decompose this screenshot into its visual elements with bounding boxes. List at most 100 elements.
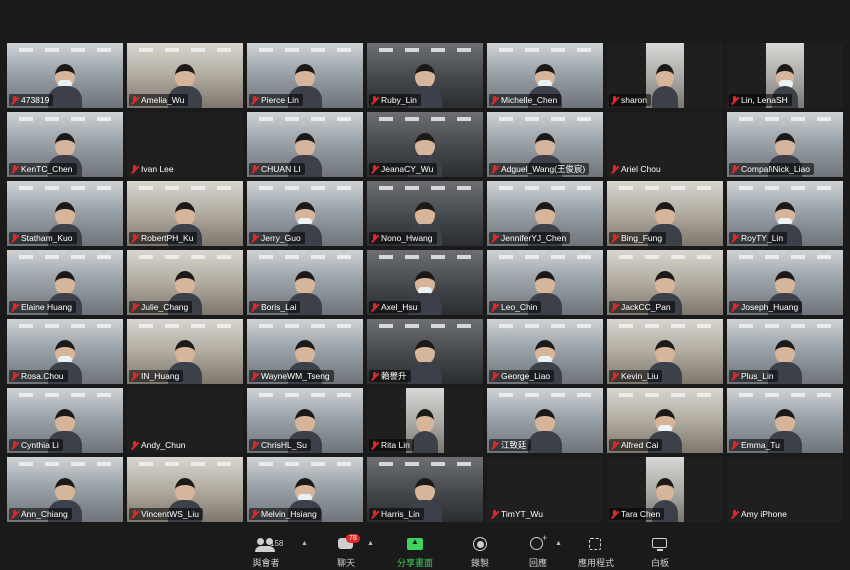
- video-tile[interactable]: CHUAN LI: [247, 112, 363, 177]
- participant-name-bar: CHUAN LI: [249, 163, 305, 175]
- office-ceiling-lights: [618, 393, 712, 398]
- video-tile[interactable]: Cynthia Li: [7, 388, 123, 453]
- video-tile[interactable]: JenniferYJ_Chen: [487, 181, 603, 246]
- video-tile[interactable]: IN_Huang: [127, 319, 243, 384]
- video-tile[interactable]: Julie_Chang: [127, 250, 243, 315]
- apps-label: 應用程式: [577, 558, 614, 568]
- participant-name: JenniferYJ_Chen: [501, 233, 567, 243]
- mic-muted-icon: [611, 95, 618, 105]
- participants-chevron-up-icon[interactable]: ▲: [301, 540, 308, 547]
- video-tile[interactable]: Bing_Fung: [607, 181, 723, 246]
- video-tile[interactable]: Andy_Chun: [127, 388, 243, 453]
- video-tile[interactable]: Adguel_Wang(王俊宸): [487, 112, 603, 177]
- participant-name-bar: JeanaCY_Wu: [369, 163, 438, 175]
- video-tile[interactable]: RoyTY_Lin: [727, 181, 843, 246]
- participant-name-bar: 賴譽升: [369, 370, 411, 382]
- mic-muted-icon: [131, 440, 138, 450]
- participant-name: Pierce Lin: [261, 95, 299, 105]
- video-tile[interactable]: TimYT_Wu: [487, 457, 603, 522]
- video-tile[interactable]: Melvin_Hsiang: [247, 457, 363, 522]
- participant-name: sharon: [621, 95, 647, 105]
- video-tile[interactable]: JackCC_Pan: [607, 250, 723, 315]
- mic-muted-icon: [11, 440, 18, 450]
- participant-name: ChrisHL_Su: [261, 440, 307, 450]
- video-tile[interactable]: Michelle_Chen: [487, 43, 603, 108]
- video-tile[interactable]: George_Liao: [487, 319, 603, 384]
- participant-figure: [48, 64, 82, 108]
- video-tile[interactable]: VincentWS_Liu: [127, 457, 243, 522]
- apps-button[interactable]: 應用程式: [566, 534, 626, 570]
- participant-name: Lin, LenaSH: [741, 95, 788, 105]
- video-tile[interactable]: Boris_Lai: [247, 250, 363, 315]
- video-tile[interactable]: JeanaCY_Wu: [367, 112, 483, 177]
- video-tile[interactable]: Plus_Lin: [727, 319, 843, 384]
- video-tile[interactable]: Nono_Hwang: [367, 181, 483, 246]
- video-tile[interactable]: ChrisHL_Su: [247, 388, 363, 453]
- video-tile[interactable]: WayneWM_Tseng: [247, 319, 363, 384]
- participant-name: 473819: [21, 95, 50, 105]
- chat-chevron-up-icon[interactable]: ▲: [367, 540, 374, 547]
- video-tile[interactable]: Jerry_Guo: [247, 181, 363, 246]
- video-tile[interactable]: Ivan Lee: [127, 112, 243, 177]
- video-tile[interactable]: Rosa.Chou: [7, 319, 123, 384]
- participant-name: Cynthia Li: [21, 440, 59, 450]
- video-tile[interactable]: Rita Lin: [367, 388, 483, 453]
- video-tile[interactable]: Elaine Huang: [7, 250, 123, 315]
- mic-muted-icon: [11, 233, 18, 243]
- video-tile[interactable]: Amy iPhone: [727, 457, 843, 522]
- video-tile[interactable]: Ariel Chou: [607, 112, 723, 177]
- video-tile[interactable]: 江致廷: [487, 388, 603, 453]
- video-tile[interactable]: Pierce Lin: [247, 43, 363, 108]
- participant-name: Amelia_Wu: [141, 95, 185, 105]
- video-tile[interactable]: Ann_Chiang: [7, 457, 123, 522]
- video-tile[interactable]: 賴譽升: [367, 319, 483, 384]
- mic-muted-icon: [131, 164, 138, 174]
- video-tile[interactable]: Leo_Chin: [487, 250, 603, 315]
- video-tile[interactable]: Statham_Kuo: [7, 181, 123, 246]
- participant-name-bar: Andy_Chun: [129, 439, 189, 451]
- video-tile[interactable]: Alfred Cai: [607, 388, 723, 453]
- participant-name-bar: Leo_Chin: [489, 301, 542, 313]
- video-tile[interactable]: sharon: [607, 43, 723, 108]
- video-tile[interactable]: Lin, LenaSH: [727, 43, 843, 108]
- participants-button[interactable]: 158 與會者: [236, 534, 296, 570]
- video-tile[interactable]: Axel_Hsu: [367, 250, 483, 315]
- participant-name: George_Liao: [501, 371, 551, 381]
- mic-muted-icon: [371, 371, 378, 381]
- whiteboard-button[interactable]: 白板: [630, 534, 690, 570]
- participant-name: 賴譽升: [381, 371, 407, 381]
- office-ceiling-lights: [378, 255, 472, 260]
- participant-name: Statham_Kuo: [21, 233, 73, 243]
- office-ceiling-lights: [18, 48, 112, 53]
- video-tile[interactable]: Compal\Nick_Liao: [727, 112, 843, 177]
- video-tile[interactable]: Harris_Lin: [367, 457, 483, 522]
- video-tile[interactable]: Joseph_Huang: [727, 250, 843, 315]
- mic-muted-icon: [131, 95, 138, 105]
- participant-name-bar: Rosa.Chou: [9, 370, 68, 382]
- reactions-chevron-up-icon[interactable]: ▲: [555, 540, 562, 547]
- mic-muted-icon: [251, 440, 258, 450]
- video-tile[interactable]: KenTC_Chen: [7, 112, 123, 177]
- office-ceiling-lights: [378, 186, 472, 191]
- office-ceiling-lights: [498, 393, 592, 398]
- participant-name: Amy iPhone: [741, 509, 787, 519]
- video-tile[interactable]: Kevin_Liu: [607, 319, 723, 384]
- video-tile[interactable]: Tara Chen: [607, 457, 723, 522]
- share-screen-button[interactable]: 分享畫面: [385, 534, 445, 570]
- mic-muted-icon: [131, 302, 138, 312]
- video-tile[interactable]: Emma_Tu: [727, 388, 843, 453]
- video-tile[interactable]: Ruby_Lin: [367, 43, 483, 108]
- video-tile[interactable]: Amelia_Wu: [127, 43, 243, 108]
- mic-muted-icon: [491, 371, 498, 381]
- participant-name: CHUAN LI: [261, 164, 301, 174]
- office-ceiling-lights: [18, 117, 112, 122]
- participant-name: Compal\Nick_Liao: [741, 164, 810, 174]
- participant-figure: [408, 340, 442, 384]
- participant-name-bar: Rita Lin: [369, 439, 414, 451]
- record-button[interactable]: 錄製: [450, 534, 510, 570]
- mic-muted-icon: [611, 164, 618, 174]
- video-tile[interactable]: 473819: [7, 43, 123, 108]
- participant-name: Bing_Fung: [621, 233, 663, 243]
- participant-name: TimYT_Wu: [501, 509, 544, 519]
- video-tile[interactable]: RobertPH_Ku: [127, 181, 243, 246]
